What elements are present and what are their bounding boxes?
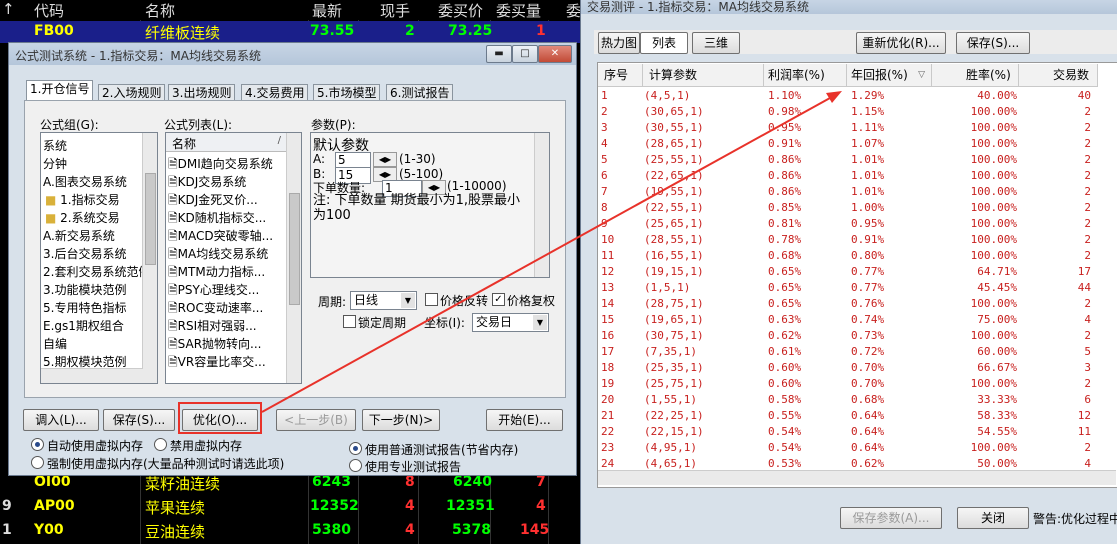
annotation-arrow <box>261 91 842 413</box>
